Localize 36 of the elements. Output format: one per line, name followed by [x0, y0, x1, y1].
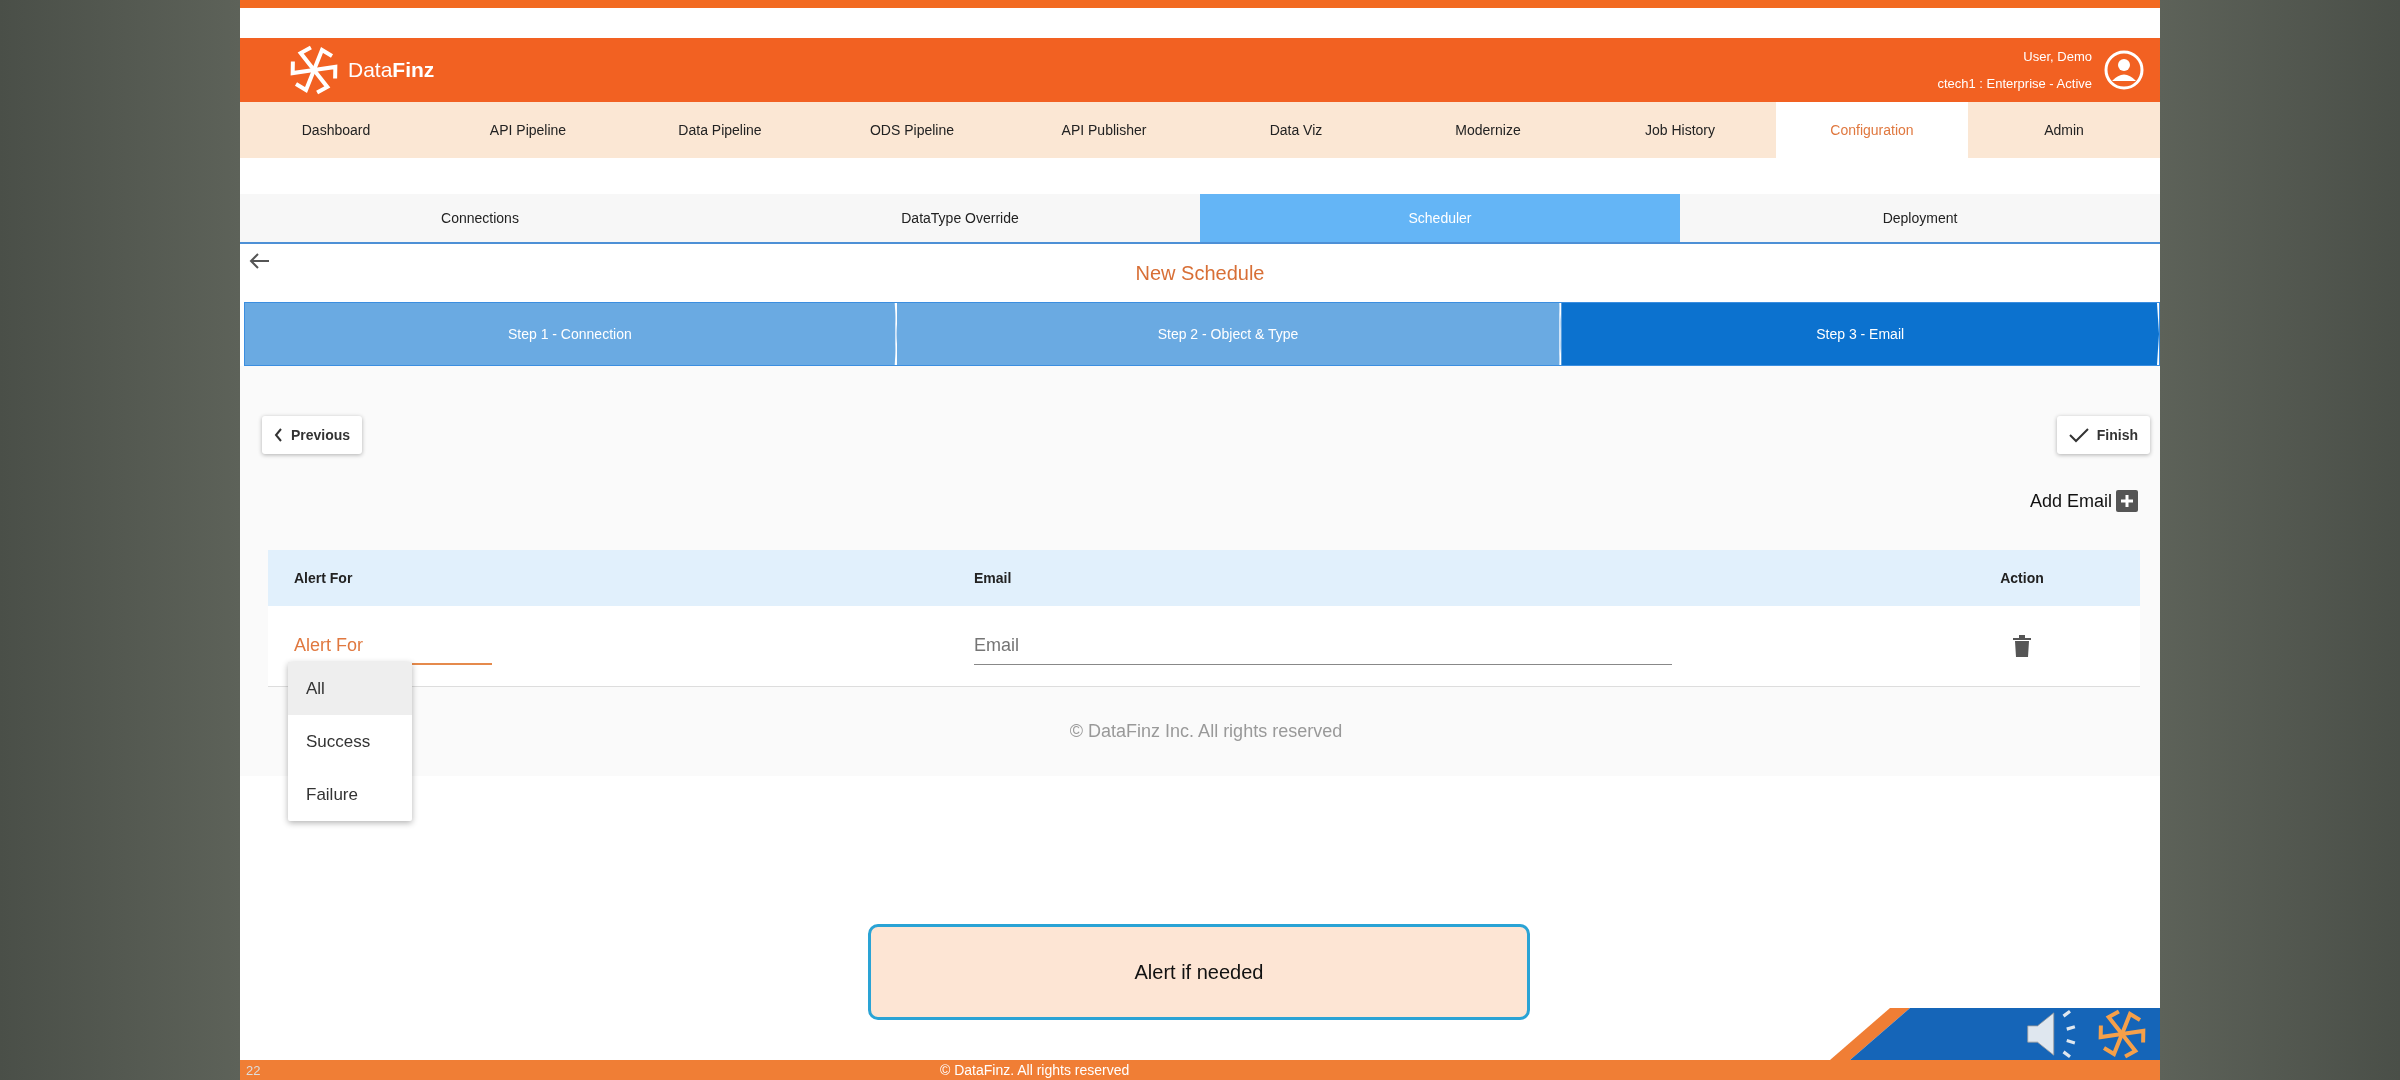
email-field[interactable]: Email [974, 627, 1672, 665]
nav-tab[interactable]: Modernize [1392, 102, 1584, 158]
nav-tab[interactable]: ODS Pipeline [816, 102, 1008, 158]
dropdown-option[interactable]: Success [288, 715, 412, 768]
account-info: ctech1 : Enterprise - Active [1937, 76, 2092, 91]
dropdown-option[interactable]: All [288, 662, 412, 715]
nav-tab[interactable]: API Pipeline [432, 102, 624, 158]
nav-tab[interactable]: Job History [1584, 102, 1776, 158]
chevron-left-icon [274, 428, 283, 442]
dropdown-option[interactable]: Failure [288, 768, 412, 821]
nav-tab[interactable]: API Publisher [1008, 102, 1200, 158]
column-header: Action [2000, 570, 2045, 586]
slide-copyright: © DataFinz. All rights reserved [940, 1062, 1130, 1078]
plus-square-icon[interactable] [2116, 490, 2138, 512]
sub-tab[interactable]: Connections [240, 194, 720, 242]
user-avatar-icon[interactable] [2104, 50, 2144, 90]
column-header: Alert For [294, 570, 354, 586]
callout-box: Alert if needed [868, 924, 1530, 1020]
sub-tab[interactable]: DataType Override [720, 194, 1200, 242]
brand-name: DataFinz [348, 58, 435, 82]
page-title: New Schedule [1135, 261, 1265, 285]
nav-tab[interactable]: Data Pipeline [624, 102, 816, 158]
nav-tab[interactable]: Data Viz [1200, 102, 1392, 158]
back-arrow-icon[interactable] [248, 252, 270, 270]
previous-button[interactable]: Previous [262, 416, 363, 454]
check-icon [2068, 427, 2089, 443]
slide-number: 22 [245, 1062, 261, 1078]
column-header: Email [974, 570, 1013, 586]
sub-tab[interactable]: Deployment [1680, 194, 2160, 242]
wizard-step[interactable]: Step 3 - Email [1561, 303, 2159, 365]
nav-tab[interactable]: Dashboard [240, 102, 432, 158]
finish-button[interactable]: Finish [2056, 416, 2150, 454]
footer-text: © DataFinz Inc. All rights reserved [1069, 721, 1343, 742]
user-name: User, Demo [2023, 49, 2092, 64]
nav-tab[interactable]: Admin [1968, 102, 2160, 158]
add-email-link[interactable]: Add Email [2029, 490, 2112, 512]
